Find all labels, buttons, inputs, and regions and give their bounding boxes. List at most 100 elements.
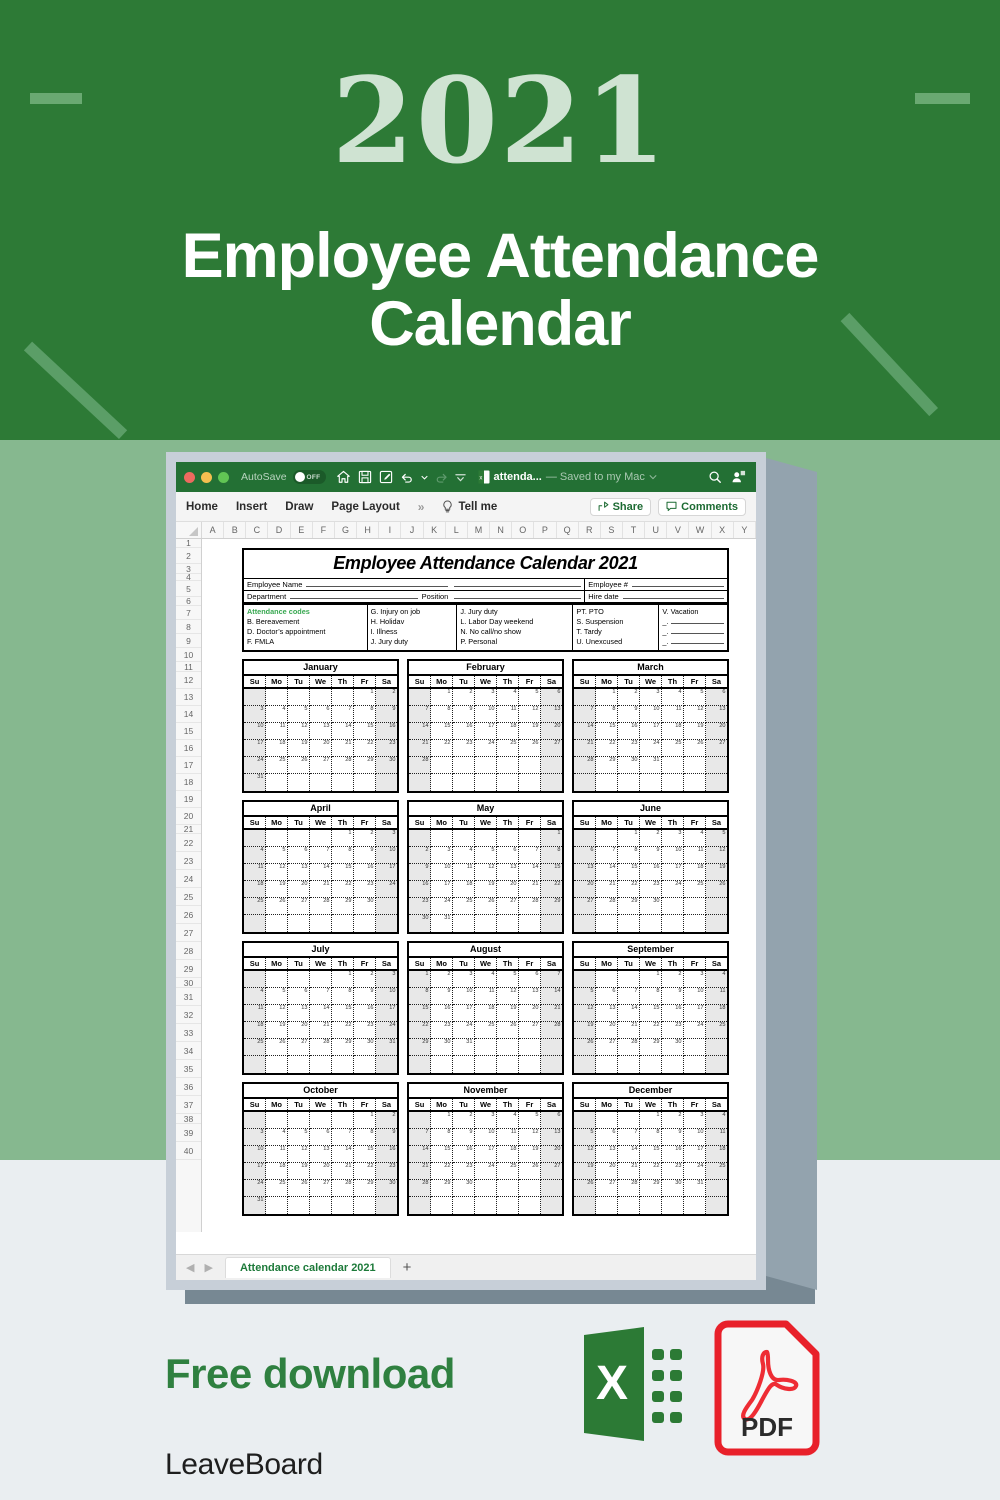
- calendar-day-cell[interactable]: 7: [541, 970, 562, 988]
- calendar-day-cell[interactable]: 11: [266, 722, 288, 740]
- calendar-day-cell[interactable]: [574, 1111, 596, 1129]
- calendar-day-cell[interactable]: 1: [596, 688, 618, 706]
- calendar-day-cell[interactable]: 9: [618, 705, 640, 723]
- calendar-day-cell[interactable]: 24: [640, 739, 662, 757]
- calendar-day-cell[interactable]: 25: [497, 739, 519, 757]
- calendar-day-cell[interactable]: 5: [497, 970, 519, 988]
- calendar-day-cell[interactable]: [574, 1196, 596, 1214]
- calendar-day-cell[interactable]: 7: [332, 705, 354, 723]
- calendar-day-cell[interactable]: 17: [684, 1004, 706, 1022]
- calendar-day-cell[interactable]: 17: [662, 863, 684, 881]
- calendar-day-cell[interactable]: 24: [431, 897, 453, 915]
- calendar-day-cell[interactable]: [541, 1196, 562, 1214]
- calendar-day-cell[interactable]: 14: [409, 1145, 431, 1163]
- calendar-day-cell[interactable]: 24: [475, 1162, 497, 1180]
- undo-icon[interactable]: [400, 471, 414, 484]
- calendar-day-cell[interactable]: 8: [332, 987, 354, 1005]
- calendar-day-cell[interactable]: [662, 914, 684, 932]
- calendar-day-cell[interactable]: 24: [376, 880, 397, 898]
- column-header-e[interactable]: E: [291, 522, 313, 538]
- calendar-day-cell[interactable]: 22: [354, 739, 376, 757]
- calendar-day-cell[interactable]: 8: [618, 846, 640, 864]
- edit-mode-icon[interactable]: [379, 470, 393, 484]
- calendar-day-cell[interactable]: 7: [618, 987, 640, 1005]
- calendar-day-cell[interactable]: 14: [618, 1145, 640, 1163]
- calendar-day-cell[interactable]: 2: [376, 1111, 397, 1129]
- calendar-day-cell[interactable]: 20: [596, 1162, 618, 1180]
- calendar-day-cell[interactable]: 19: [519, 1145, 541, 1163]
- calendar-day-cell[interactable]: 12: [475, 863, 497, 881]
- column-header-d[interactable]: D: [268, 522, 291, 538]
- calendar-day-cell[interactable]: 30: [376, 1179, 397, 1197]
- calendar-day-cell[interactable]: [244, 829, 266, 847]
- calendar-day-cell[interactable]: [640, 914, 662, 932]
- calendar-day-cell[interactable]: [332, 1196, 354, 1214]
- calendar-day-cell[interactable]: [475, 829, 497, 847]
- column-header-x[interactable]: X: [712, 522, 734, 538]
- calendar-day-cell[interactable]: 2: [453, 1111, 475, 1129]
- calendar-day-cell[interactable]: 4: [684, 829, 706, 847]
- calendar-day-cell[interactable]: 23: [453, 739, 475, 757]
- calendar-day-cell[interactable]: [519, 829, 541, 847]
- calendar-day-cell[interactable]: [376, 1055, 397, 1073]
- calendar-day-cell[interactable]: [431, 773, 453, 791]
- calendar-day-cell[interactable]: 2: [376, 688, 397, 706]
- calendar-day-cell[interactable]: 30: [409, 914, 431, 932]
- calendar-day-cell[interactable]: [706, 1038, 727, 1056]
- calendar-day-cell[interactable]: [497, 773, 519, 791]
- column-header-c[interactable]: C: [246, 522, 269, 538]
- calendar-day-cell[interactable]: 11: [244, 1004, 266, 1022]
- calendar-day-cell[interactable]: 22: [409, 1021, 431, 1039]
- calendar-day-cell[interactable]: 22: [431, 1162, 453, 1180]
- calendar-day-cell[interactable]: 31: [431, 914, 453, 932]
- calendar-day-cell[interactable]: 25: [684, 880, 706, 898]
- calendar-day-cell[interactable]: 16: [662, 1145, 684, 1163]
- calendar-day-cell[interactable]: [431, 829, 453, 847]
- calendar-day-cell[interactable]: 20: [574, 880, 596, 898]
- calendar-day-cell[interactable]: 19: [266, 1021, 288, 1039]
- calendar-day-cell[interactable]: 1: [354, 688, 376, 706]
- calendar-day-cell[interactable]: [596, 829, 618, 847]
- autosave-toggle[interactable]: OFF: [292, 470, 326, 484]
- calendar-day-cell[interactable]: 30: [354, 897, 376, 915]
- column-header-w[interactable]: W: [689, 522, 712, 538]
- calendar-day-cell[interactable]: 9: [453, 1128, 475, 1146]
- calendar-day-cell[interactable]: 31: [376, 1038, 397, 1056]
- calendar-day-cell[interactable]: 18: [684, 863, 706, 881]
- calendar-day-cell[interactable]: 31: [684, 1179, 706, 1197]
- row-header-38[interactable]: 38: [176, 1114, 201, 1124]
- calendar-day-cell[interactable]: 19: [266, 880, 288, 898]
- calendar-day-cell[interactable]: 18: [266, 1162, 288, 1180]
- calendar-day-cell[interactable]: 5: [288, 705, 310, 723]
- calendar-day-cell[interactable]: 4: [244, 987, 266, 1005]
- row-header-1[interactable]: 1: [176, 539, 201, 548]
- calendar-day-cell[interactable]: 6: [310, 1128, 332, 1146]
- calendar-day-cell[interactable]: 15: [354, 1145, 376, 1163]
- calendar-day-cell[interactable]: 4: [662, 688, 684, 706]
- calendar-day-cell[interactable]: 10: [431, 863, 453, 881]
- sheet-tab[interactable]: Attendance calendar 2021: [224, 1257, 391, 1278]
- chevron-down-icon[interactable]: [420, 474, 428, 481]
- calendar-day-cell[interactable]: 10: [244, 1145, 266, 1163]
- calendar-day-cell[interactable]: 9: [376, 1128, 397, 1146]
- calendar-day-cell[interactable]: 7: [409, 705, 431, 723]
- calendar-day-cell[interactable]: 29: [541, 897, 562, 915]
- calendar-day-cell[interactable]: [475, 1055, 497, 1073]
- calendar-day-cell[interactable]: 11: [706, 987, 727, 1005]
- calendar-day-cell[interactable]: 16: [409, 880, 431, 898]
- calendar-day-cell[interactable]: [266, 688, 288, 706]
- calendar-day-cell[interactable]: [354, 914, 376, 932]
- calendar-day-cell[interactable]: 16: [431, 1004, 453, 1022]
- calendar-day-cell[interactable]: 3: [684, 970, 706, 988]
- calendar-day-cell[interactable]: 17: [244, 739, 266, 757]
- calendar-day-cell[interactable]: 30: [618, 756, 640, 774]
- employee-name-field[interactable]: Employee Name: [244, 579, 451, 590]
- calendar-day-cell[interactable]: [684, 914, 706, 932]
- calendar-day-cell[interactable]: 22: [541, 880, 562, 898]
- column-header-a[interactable]: A: [202, 522, 225, 538]
- calendar-day-cell[interactable]: [662, 1055, 684, 1073]
- calendar-day-cell[interactable]: 10: [244, 722, 266, 740]
- calendar-day-cell[interactable]: 23: [662, 1021, 684, 1039]
- calendar-day-cell[interactable]: 29: [640, 1179, 662, 1197]
- calendar-day-cell[interactable]: [244, 1111, 266, 1129]
